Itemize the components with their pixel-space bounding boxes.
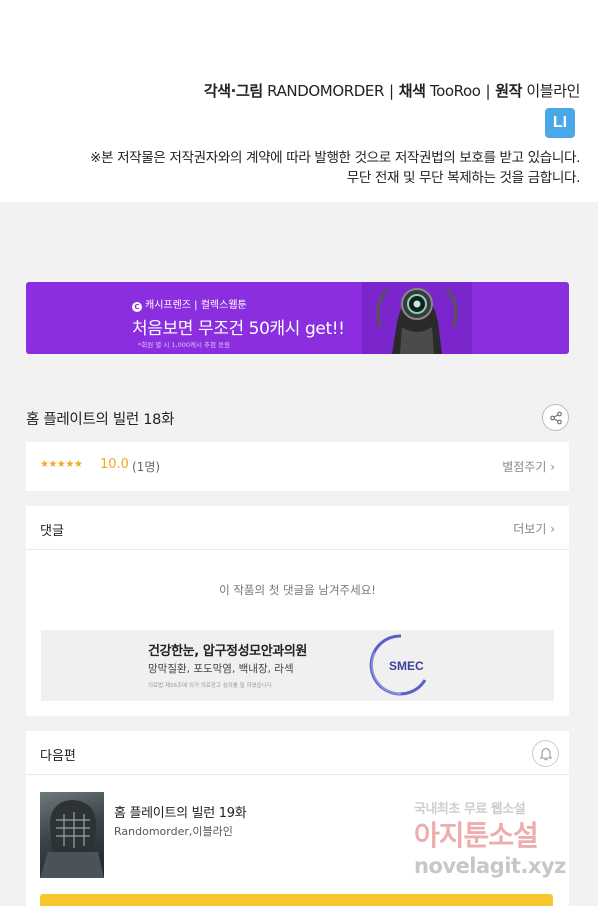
original-label: 원작 <box>495 82 523 100</box>
banner-headline: 처음보면 무조건 50캐시 get!! <box>132 319 345 339</box>
clinic-ad[interactable]: 건강한눈, 압구정성모안과의원 망막질환, 포도막염, 백내장, 라섹 의료법 … <box>41 630 554 701</box>
next-episode-header: 다음편 <box>26 731 569 775</box>
watermark-url: novelagit.xyz <box>414 854 566 878</box>
banner-fine-print: *회원 별 시 1,000캐시 추첨 응원 <box>138 341 230 349</box>
watermark-brand: 아지툰소설 <box>414 819 539 852</box>
comments-header: 댓글 더보기 › <box>26 506 569 550</box>
bell-icon <box>539 747 552 760</box>
next-episode-author: Randomorder,이블라인 <box>114 825 233 838</box>
publisher-logo: LI <box>545 108 575 138</box>
next-episode-thumbnail[interactable] <box>40 792 104 878</box>
rating-stars: ★★★★★ <box>40 459 83 470</box>
site-watermark: 국내최초 무료 웹소설 아지툰소설 novelagit.xyz <box>406 798 576 886</box>
banner-character-art <box>362 282 472 354</box>
color-name: TooRoo <box>429 82 481 100</box>
episode-title: 홈 플레이트의 빌런 18화 <box>26 412 175 428</box>
credit-line: 각색·그림 RANDOMORDER | 채색 TooRoo | 원작 이블라인 <box>203 82 581 100</box>
original-name: 이블라인 <box>526 82 580 100</box>
notice-line-2: 무단 전재 및 무단 복제하는 것을 금합니다. <box>346 170 581 186</box>
rating-score: 10.0 <box>100 457 129 472</box>
promo-banner[interactable]: C 캐시프렌즈 | 컬렉스웹툰 처음보면 무조건 50캐시 get!! *회원 별… <box>26 282 569 354</box>
credits-section: 각색·그림 RANDOMORDER | 채색 TooRoo | 원작 이블라인 LI ※… <box>0 0 598 202</box>
copyright-notice: ※본 저작물은 저작권자와의 계약에 따라 발행한 것으로 저작권법의 보호를 … <box>90 148 580 188</box>
color-label: 채색 <box>398 82 426 100</box>
ad-title: 건강한눈, 압구정성모안과의원 <box>148 644 307 659</box>
notify-button[interactable] <box>532 740 559 767</box>
notice-line-1: ※본 저작물은 저작권자와의 계약에 따라 발행한 것으로 저작권법의 보호를 … <box>90 150 580 166</box>
comments-card: 댓글 더보기 › 이 작품의 첫 댓글을 남겨주세요! 건강한눈, 압구정성모안… <box>26 506 569 716</box>
rating-card: ★★★★★ 10.0 (1명) 별점주기 › <box>26 442 569 491</box>
art-name: RANDOMORDER <box>267 82 385 100</box>
art-label: 각색·그림 <box>203 82 263 100</box>
ad-subtitle: 망막질환, 포도막염, 백내장, 라섹 <box>148 663 294 675</box>
empty-comments-message: 이 작품의 첫 댓글을 남겨주세요! <box>219 583 376 597</box>
share-button[interactable] <box>542 404 569 431</box>
smec-logo: SMEC <box>369 634 427 696</box>
next-episode-section-title: 다음편 <box>40 749 76 764</box>
rate-button[interactable]: 별점주기 › <box>502 458 555 475</box>
ad-fine-print: 의료법 제56조에 의거 의료광고 심의를 필 하였습니다 <box>148 683 272 689</box>
comments-more-link[interactable]: 더보기 › <box>513 520 555 537</box>
next-episode-title[interactable]: 홈 플레이트의 빌런 19화 <box>114 802 247 821</box>
next-episode-button[interactable] <box>40 894 553 906</box>
thumbnail-art <box>40 800 104 878</box>
comments-title: 댓글 <box>40 524 64 539</box>
banner-brand: C 캐시프렌즈 | 컬렉스웹툰 <box>132 296 247 312</box>
rating-count: (1명) <box>132 460 161 474</box>
share-icon <box>549 411 562 424</box>
svg-text:SMEC: SMEC <box>389 659 424 673</box>
